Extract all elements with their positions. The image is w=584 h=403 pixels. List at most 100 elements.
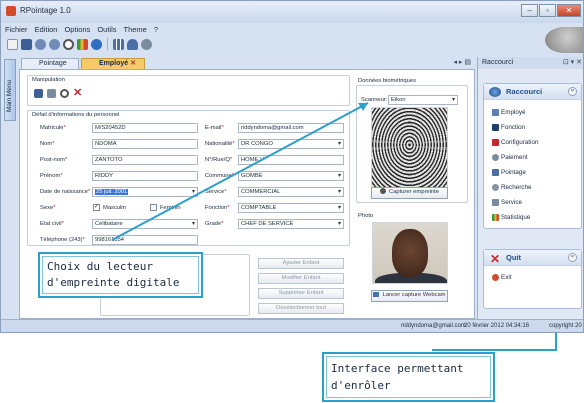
menu-edition[interactable]: Edition	[35, 25, 58, 34]
masculin-label: Masculin	[103, 205, 126, 211]
edit-child-button[interactable]: Modifier Enfant	[258, 273, 344, 284]
quit-box: ✕ Quit « Exit	[483, 249, 582, 309]
webcam-capture-button[interactable]: Lancer capture Webcam	[371, 290, 448, 302]
save-record-icon[interactable]	[34, 89, 43, 98]
info-icon[interactable]	[91, 38, 102, 50]
collapse-quit-button[interactable]: «	[568, 253, 577, 262]
toolbar	[7, 36, 152, 52]
matricule-label: Matricule*	[40, 125, 66, 131]
settings-icon[interactable]	[141, 38, 152, 50]
menu-help[interactable]: ?	[154, 25, 158, 34]
enroll-callout: Interface permettant d'enrôler	[322, 352, 495, 402]
figure: RPointage 1.0 – ▫ ✕ Fichier Edition Opti…	[0, 0, 584, 403]
birthdate-picker[interactable]: 25 juil. 2001	[92, 187, 198, 197]
sexe-label: Sexe*	[40, 205, 56, 211]
email-label: E-mail*	[205, 125, 224, 131]
nationalite-select[interactable]: DR CONGO	[238, 139, 344, 149]
fingerprint-image	[371, 107, 448, 191]
minimize-button[interactable]: –	[521, 4, 538, 17]
service-select[interactable]: COMMERCIAL	[238, 187, 344, 197]
capture-fingerprint-button[interactable]: Capturer empreinte	[371, 187, 448, 199]
postnom-field[interactable]: ZANTOTO	[92, 155, 198, 165]
delete-icon[interactable]: ✕	[73, 86, 82, 99]
side-main-menu-tab[interactable]: Main Menu	[4, 59, 16, 121]
commune-select[interactable]: GOMBE	[238, 171, 344, 181]
save-icon[interactable]	[21, 38, 32, 50]
tab-employe[interactable]: Employé ✕	[81, 58, 145, 69]
close-tab-icon[interactable]: ✕	[130, 60, 136, 67]
shortcut-fonction[interactable]: Fonction	[492, 124, 525, 131]
edit-icon[interactable]	[47, 89, 56, 98]
menu-outils[interactable]: Outils	[97, 25, 116, 34]
search-icon[interactable]	[63, 38, 74, 50]
etat-civil-select[interactable]: Celibataire	[92, 219, 198, 229]
find-icon[interactable]	[60, 89, 69, 98]
app-icon	[6, 6, 16, 16]
shortcut-panel-header: Raccourci ⊡ ▾ ✕	[478, 57, 583, 69]
feminin-checkbox[interactable]	[150, 204, 157, 211]
fonction-select[interactable]: COMPTABLE	[238, 203, 344, 213]
status-datetime: 20 février 2012 04:34:16	[464, 323, 530, 329]
prenom-label: Prénom*	[40, 173, 63, 179]
scanner-select[interactable]: Eikon	[388, 95, 458, 105]
maximize-button[interactable]: ▫	[539, 4, 556, 17]
nom-label: Nom*	[40, 141, 55, 147]
nom-field[interactable]: NDOMA	[92, 139, 198, 149]
naissance-label: Date de naissance*	[40, 189, 91, 195]
shortcuts-title-text: Raccourci	[506, 87, 543, 96]
menu-fichier[interactable]: Fichier	[5, 25, 28, 34]
postnom-label: Post-nom*	[40, 157, 68, 163]
panel-controls[interactable]: ⊡ ▾ ✕	[563, 57, 582, 69]
status-copyright: copyright 20	[549, 323, 582, 329]
tab-employe-label: Employé	[99, 60, 129, 67]
shortcuts-box: Raccourci « Employé Fonction Configurati…	[483, 83, 582, 229]
commune-label: Commune*	[205, 173, 235, 179]
nationalite-label: Nationalité*	[205, 141, 235, 147]
collapse-shortcuts-button[interactable]: «	[568, 87, 577, 96]
quit-box-title: ✕ Quit	[484, 250, 581, 266]
deselect-all-button[interactable]: Déselectionner tout	[258, 303, 344, 314]
shortcut-recherche[interactable]: Recherche	[492, 184, 531, 191]
delete-child-button[interactable]: Supprimer Enfant	[258, 288, 344, 299]
shortcut-logo-icon	[489, 87, 501, 97]
employee-photo	[372, 222, 448, 284]
side-tab-label: Main Menu	[6, 79, 13, 112]
quit-icon: ✕	[490, 252, 501, 266]
scanner-label: Scanneur:	[361, 97, 388, 103]
exit-item[interactable]: Exit	[492, 274, 512, 281]
shortcut-pointage[interactable]: Pointage	[492, 169, 526, 176]
prenom-field[interactable]: RIDDY	[92, 171, 198, 181]
grid-icon[interactable]	[113, 38, 124, 50]
exit-icon	[492, 274, 499, 281]
enroll-callout-text: Interface permettant d'enrôler	[331, 362, 464, 392]
telephone-label: Téléphone (243)*	[40, 237, 85, 243]
matricule-field[interactable]: M/S20452D	[92, 123, 198, 133]
shortcut-configuration[interactable]: Configuration	[492, 139, 538, 146]
menu-theme[interactable]: Theme	[123, 25, 146, 34]
tab-nav-arrows[interactable]: ◂ ▸ ▤	[453, 58, 471, 66]
shortcut-service-label: Service	[501, 199, 522, 206]
shortcut-employe-label: Employé	[501, 109, 526, 116]
redo-icon[interactable]	[49, 38, 60, 50]
new-icon[interactable]	[7, 38, 18, 50]
undo-icon[interactable]	[35, 38, 46, 50]
shortcut-statistique[interactable]: Statistique	[492, 214, 530, 221]
telephone-field[interactable]: 998161354	[92, 235, 198, 245]
close-button[interactable]: ✕	[557, 4, 581, 17]
email-field[interactable]: riddyndoma@gmail.com	[238, 123, 344, 133]
chart-icon[interactable]	[77, 38, 88, 50]
users-icon[interactable]	[127, 38, 138, 50]
grade-select[interactable]: CHEF DE SERVICE	[238, 219, 344, 229]
shortcut-employe[interactable]: Employé	[492, 109, 526, 116]
scanner-callout: Choix du lecteur d'empreinte digitale	[38, 252, 203, 298]
add-child-button[interactable]: Ajouter Enfant	[258, 258, 344, 269]
menu-options[interactable]: Options	[64, 25, 90, 34]
tab-pointage[interactable]: Pointage	[21, 58, 79, 69]
shortcut-paiement[interactable]: Paiement	[492, 154, 528, 161]
rue-field[interactable]: HOME V	[238, 155, 344, 165]
tab-pointage-label: Pointage	[39, 60, 67, 67]
masculin-checkbox[interactable]: ✓	[93, 204, 100, 211]
webcam-capture-label: Lancer capture Webcam	[382, 292, 446, 298]
shortcut-service[interactable]: Service	[492, 199, 522, 206]
fonction-label: Fonction*	[205, 205, 230, 211]
